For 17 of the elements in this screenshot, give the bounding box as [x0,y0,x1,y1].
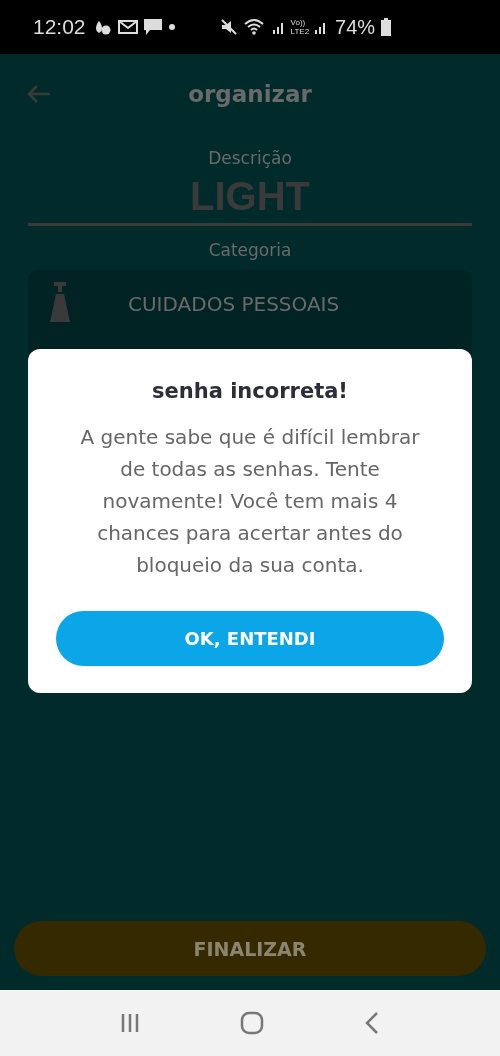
back-icon[interactable] [364,1011,380,1035]
category-label: Categoria [208,240,292,260]
recent-apps-icon[interactable] [120,1012,140,1034]
dialog-message: A gente sabe que é difícil lembrar de todas as senhas. Tente novamente! Você tem mais 4 chances para acertar antes do bloqueio da sua conta. [79,424,421,579]
battery-percent: 74% [335,15,376,39]
dot-icon [167,23,176,31]
dialog-title: senha incorreta! [152,379,348,403]
chat-icon [142,18,163,36]
description-label: Descrição [208,148,292,168]
clock-time: 12:02 [33,15,86,39]
mute-icon [219,18,238,36]
home-icon[interactable] [240,1011,264,1035]
ok-button[interactable]: OK, ENTENDI [56,611,444,666]
volte-label: Vo)) LTE2 [290,18,310,36]
battery-icon [380,18,393,36]
screen-title: organizar [188,81,312,107]
mail-icon [117,19,138,35]
